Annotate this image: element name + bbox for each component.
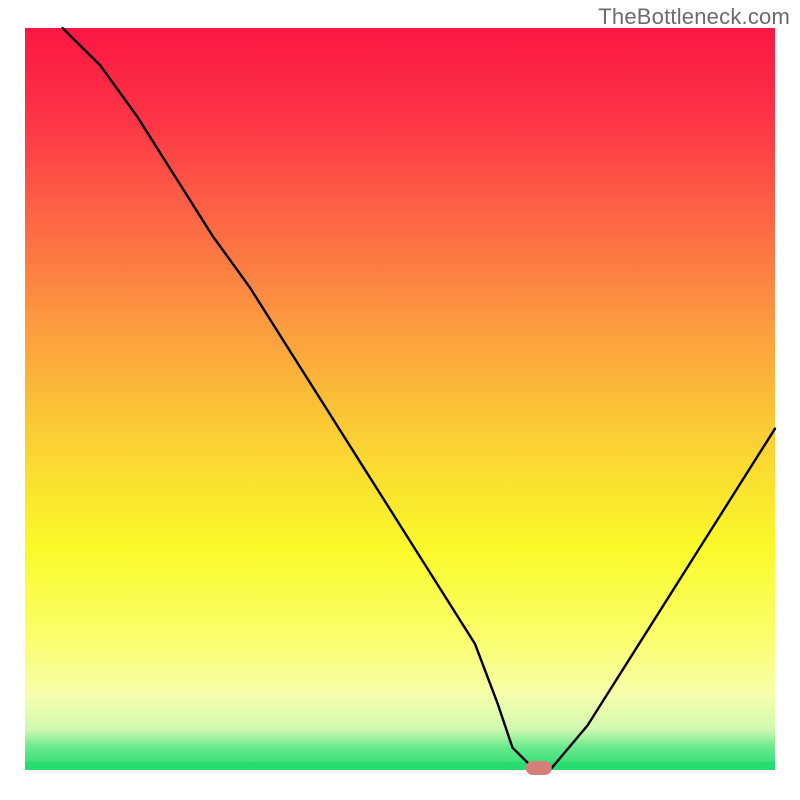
baseline-strip — [25, 762, 775, 770]
optimal-marker — [526, 761, 552, 775]
chart-svg — [0, 0, 800, 800]
chart-container: { "attribution": "TheBottleneck.com", "c… — [0, 0, 800, 800]
gradient-background — [25, 28, 775, 770]
attribution-text: TheBottleneck.com — [598, 4, 790, 30]
plot-area — [25, 28, 775, 775]
